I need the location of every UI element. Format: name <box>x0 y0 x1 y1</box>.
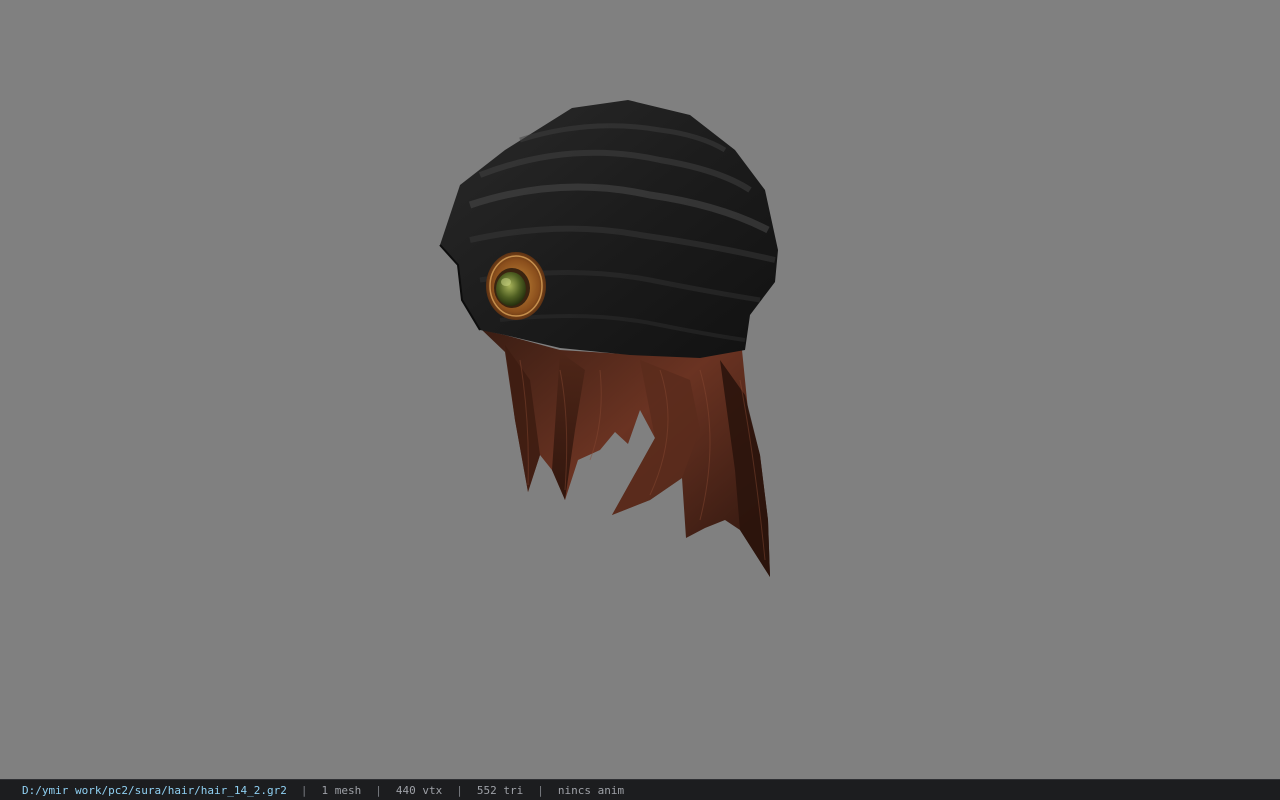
green-gem-brooch <box>486 252 546 320</box>
hair-mesh <box>482 330 770 577</box>
separator: | <box>456 783 463 797</box>
triangle-count: 552 tri <box>476 783 524 797</box>
3d-viewport[interactable] <box>0 0 1280 779</box>
turban-mesh <box>439 100 778 358</box>
file-path: D:/ymir work/pc2/sura/hair/hair_14_2.gr2 <box>22 783 287 797</box>
separator: | <box>375 783 382 797</box>
hair-model-render[interactable] <box>0 0 1280 779</box>
status-bar: D:/ymir work/pc2/sura/hair/hair_14_2.gr2… <box>0 779 1280 800</box>
separator: | <box>537 783 544 797</box>
separator: | <box>300 783 308 797</box>
vertex-count: 440 vtx <box>395 783 443 797</box>
mesh-count: 1 mesh <box>321 783 362 797</box>
animation-status: nincs anim <box>557 783 625 797</box>
